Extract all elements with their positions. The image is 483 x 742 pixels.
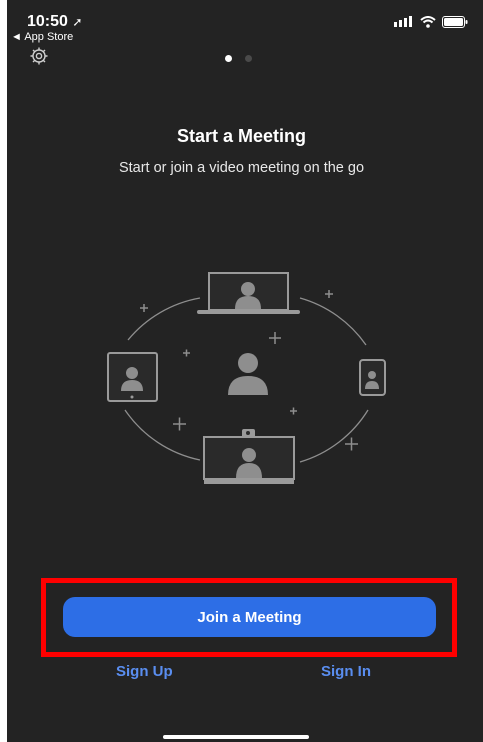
- join-meeting-button[interactable]: Join a Meeting: [63, 597, 436, 637]
- room-system-icon: [203, 429, 295, 484]
- person-icon: [228, 353, 268, 395]
- phone-icon: [359, 359, 386, 396]
- sign-in-link[interactable]: Sign In: [321, 663, 371, 680]
- home-indicator[interactable]: [163, 735, 309, 739]
- tablet-icon: [107, 352, 158, 402]
- sign-up-link[interactable]: Sign Up: [116, 663, 173, 680]
- laptop-icon: [197, 272, 300, 314]
